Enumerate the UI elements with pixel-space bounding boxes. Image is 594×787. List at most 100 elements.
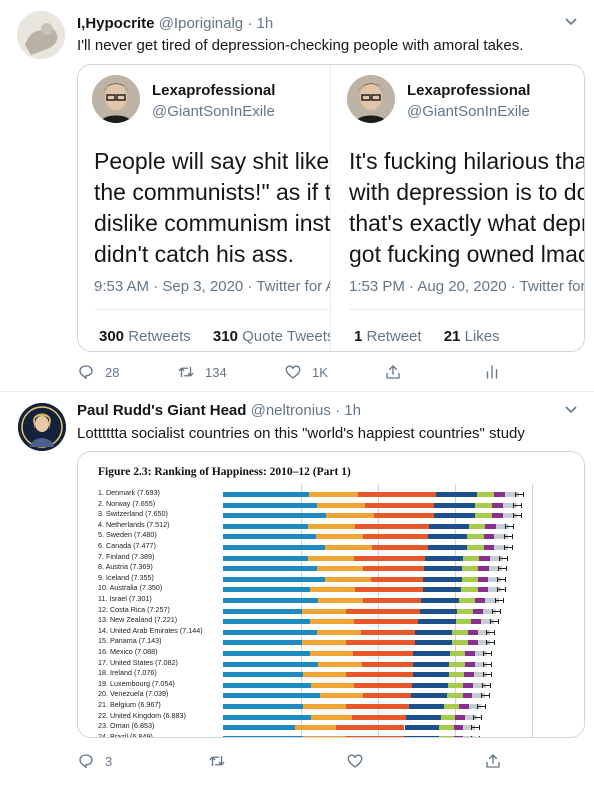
bar-segment [492, 502, 503, 508]
reply-button[interactable]: 28 [77, 362, 119, 382]
bar-segment [345, 704, 409, 709]
bar-segment [223, 640, 302, 646]
card-line: that's exactly what depr [349, 210, 585, 236]
bar-segment [467, 629, 478, 635]
tweet[interactable]: I,Hypocrite @Iporiginalg · 1h I'll never… [0, 0, 594, 392]
country-label: 2. Norway (7.655) [98, 498, 156, 508]
like-button[interactable] [346, 751, 364, 771]
bar-segment [477, 576, 489, 582]
bar-segment [465, 651, 475, 656]
avatar[interactable] [17, 11, 65, 59]
bar-segment [455, 714, 465, 720]
figure-title-text: Figure 2.3: Ranking of Happiness: 2010–1… [98, 466, 351, 478]
bar-segment [223, 587, 310, 593]
error-bar [497, 578, 506, 580]
author-handle[interactable]: @Iporiginalg [159, 15, 243, 32]
error-cap [490, 619, 492, 625]
author-handle[interactable]: @neltronius [251, 402, 331, 419]
error-bar [481, 684, 490, 686]
bar-segment [419, 608, 458, 614]
like-button[interactable]: 1K [284, 362, 328, 382]
bar-segment [467, 534, 484, 540]
bar-segment [317, 629, 362, 635]
bar-segment [483, 545, 495, 550]
card-line: It's fucking hilarious tha [349, 148, 585, 174]
image-collage[interactable]: Lexaprofessional @GiantSonInExile People… [77, 64, 585, 352]
retweet-button[interactable] [208, 751, 226, 771]
heart-icon [285, 365, 301, 379]
bar-segment [302, 672, 347, 678]
chevron-down-icon[interactable] [562, 14, 580, 32]
bar-segment [316, 534, 364, 540]
bar-segment [363, 534, 428, 540]
chevron-down-icon[interactable] [562, 402, 580, 420]
bar-segment [447, 693, 463, 699]
timestamp[interactable]: 1h [257, 15, 274, 32]
error-cap [503, 534, 505, 540]
author-name[interactable]: I,Hypocrite [77, 15, 155, 32]
bar-segment [413, 651, 450, 656]
share-button[interactable] [484, 751, 502, 771]
bar-segment [361, 661, 414, 667]
error-bar [472, 716, 481, 718]
error-bar [486, 631, 495, 633]
bar-segment [459, 598, 476, 603]
bar-segment [427, 545, 467, 550]
error-cap [494, 629, 496, 635]
author-name[interactable]: Paul Rudd's Giant Head [77, 402, 246, 419]
error-bar [483, 663, 492, 665]
card-body-text: People will say shit like ' the communis… [94, 146, 330, 270]
retweet-button[interactable]: 134 [177, 362, 227, 382]
error-cap [497, 587, 499, 593]
timestamp[interactable]: 1h [344, 402, 361, 419]
country-label: 21. Belgium (6.967) [98, 700, 161, 709]
bar-segment [325, 545, 372, 550]
error-cap [513, 523, 515, 529]
tweet-text: Lotttttta socialist countries on this "w… [77, 425, 525, 442]
share-button[interactable] [384, 362, 402, 382]
tweet-actions: 28 134 1K [77, 362, 517, 384]
bar-segment [365, 502, 435, 508]
bar-segment [303, 704, 346, 709]
card-line: with depression is to do [349, 179, 585, 205]
error-cap [471, 725, 473, 731]
analytics-button[interactable] [483, 362, 501, 382]
bar-segment [455, 619, 472, 625]
avatar[interactable] [18, 403, 66, 451]
bar-segment [353, 651, 414, 656]
heart-icon [347, 754, 363, 768]
bar-segment [309, 587, 356, 593]
tweet-image[interactable]: Figure 2.3: Ranking of Happiness: 2010–1… [77, 451, 585, 738]
screenshot-card[interactable]: Lexaprofessional @GiantSonInExile People… [78, 65, 330, 351]
divider [349, 309, 584, 310]
card-stats: 1 Retweet 21 Likes [354, 328, 500, 345]
error-cap [483, 661, 485, 667]
retweet-icon [178, 366, 194, 378]
bar-segment [317, 598, 363, 603]
bar-segment [355, 523, 430, 529]
stat-label: Retweet [366, 328, 422, 345]
error-cap [471, 735, 473, 737]
error-bar [486, 642, 495, 644]
bar-segment [357, 492, 436, 497]
bar-segment [223, 492, 310, 497]
card-line: People will say shit like ' [94, 148, 330, 174]
separator-dot: · [247, 15, 253, 32]
bar-segment [429, 523, 469, 529]
bar-segment [412, 672, 450, 678]
bar-segment [404, 725, 440, 731]
bar-segment [336, 725, 405, 731]
bar-segment [448, 682, 464, 688]
card-body-text: It's fucking hilarious tha with depressi… [349, 146, 585, 270]
bar-segment [223, 576, 326, 582]
figure-title: Figure 2.3: Ranking of Happiness: 2010–1… [98, 466, 351, 478]
bar-segment [344, 735, 405, 737]
error-cap [505, 523, 507, 529]
bar-segment [362, 693, 412, 699]
reply-button[interactable]: 3 [77, 751, 112, 771]
bar-segment [464, 661, 475, 667]
country-label: 15. Panama (7.143) [98, 636, 162, 646]
bar-segment [477, 587, 488, 593]
screenshot-card[interactable]: Lexaprofessional @GiantSonInExile It's f… [333, 65, 585, 351]
country-label: 11. Israel (7.301) [98, 594, 152, 603]
